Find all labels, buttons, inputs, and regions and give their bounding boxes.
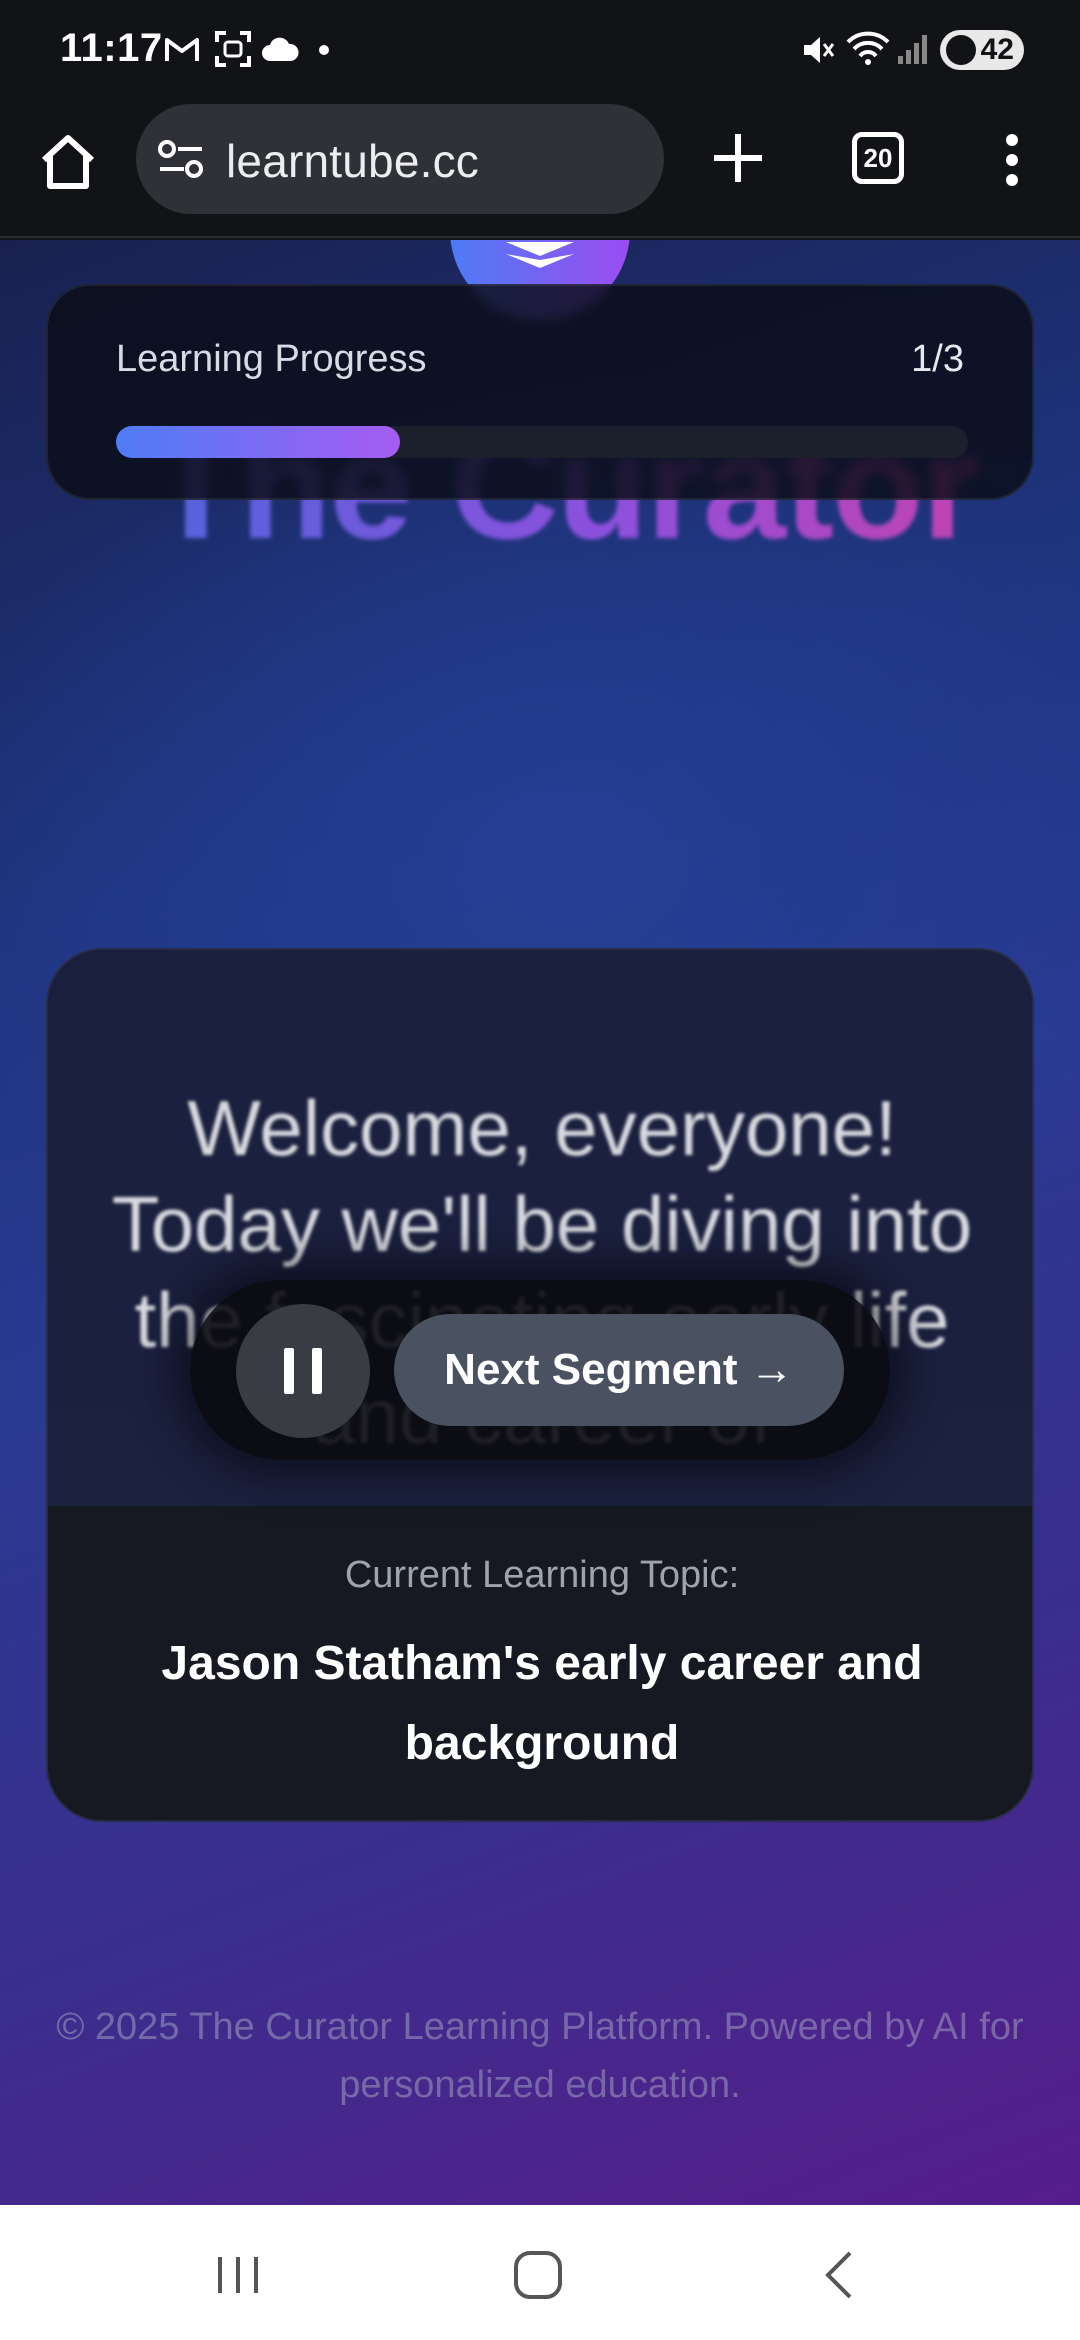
- wifi-icon: [846, 31, 890, 65]
- pause-icon: [284, 1348, 294, 1394]
- status-time: 11:17: [60, 26, 163, 70]
- playback-controls: Next Segment →: [190, 1280, 890, 1460]
- tab-switcher-button[interactable]: 20: [852, 132, 904, 184]
- pause-icon-bar: [312, 1348, 322, 1394]
- browser-toolbar: learntube.cc 20: [0, 100, 1080, 238]
- home-icon[interactable]: [36, 130, 100, 194]
- pause-button[interactable]: [236, 1304, 370, 1438]
- dot-icon: [319, 45, 329, 55]
- progress-count: 1/3: [911, 338, 964, 380]
- system-nav-bar: [0, 2205, 1080, 2340]
- status-bar: 11:17 42: [0, 0, 1080, 100]
- progress-card: Learning Progress 1/3: [46, 284, 1034, 500]
- topic-title: Jason Statham's early career and backgro…: [161, 1637, 923, 1770]
- battery-saver-icon: [946, 35, 976, 65]
- gmail-icon: [165, 38, 199, 61]
- new-tab-icon[interactable]: [708, 128, 768, 188]
- recent-apps-icon[interactable]: [208, 2247, 268, 2303]
- home-nav-icon[interactable]: [508, 2247, 568, 2303]
- topic-section: Current Learning Topic: Jason Statham's …: [48, 1506, 1032, 1820]
- cloud-icon: [262, 37, 299, 61]
- progress-label: Learning Progress: [116, 338, 427, 380]
- mute-icon: [804, 37, 835, 63]
- address-bar[interactable]: learntube.cc: [136, 104, 664, 214]
- more-menu-icon[interactable]: [994, 132, 1030, 188]
- signal-icon: [898, 35, 927, 64]
- battery-icon: 42: [940, 30, 1024, 70]
- progress-bar: [116, 426, 968, 458]
- next-segment-button[interactable]: Next Segment →: [394, 1314, 844, 1426]
- page-content: The Curator Learning Progress 1/3 Welcom…: [0, 240, 1080, 2205]
- screenshot-icon: [215, 31, 251, 67]
- topic-label: Current Learning Topic:: [344, 1554, 740, 1596]
- url-text: learntube.cc: [226, 135, 479, 187]
- chevron-down-icon: [506, 242, 574, 268]
- progress-bar-fill: [116, 426, 400, 458]
- footer-copyright: © 2025 The Curator Learning Platform. Po…: [56, 2006, 1024, 2106]
- site-settings-icon[interactable]: [158, 139, 204, 179]
- battery-level: 42: [980, 33, 1014, 66]
- back-icon[interactable]: [810, 2247, 870, 2303]
